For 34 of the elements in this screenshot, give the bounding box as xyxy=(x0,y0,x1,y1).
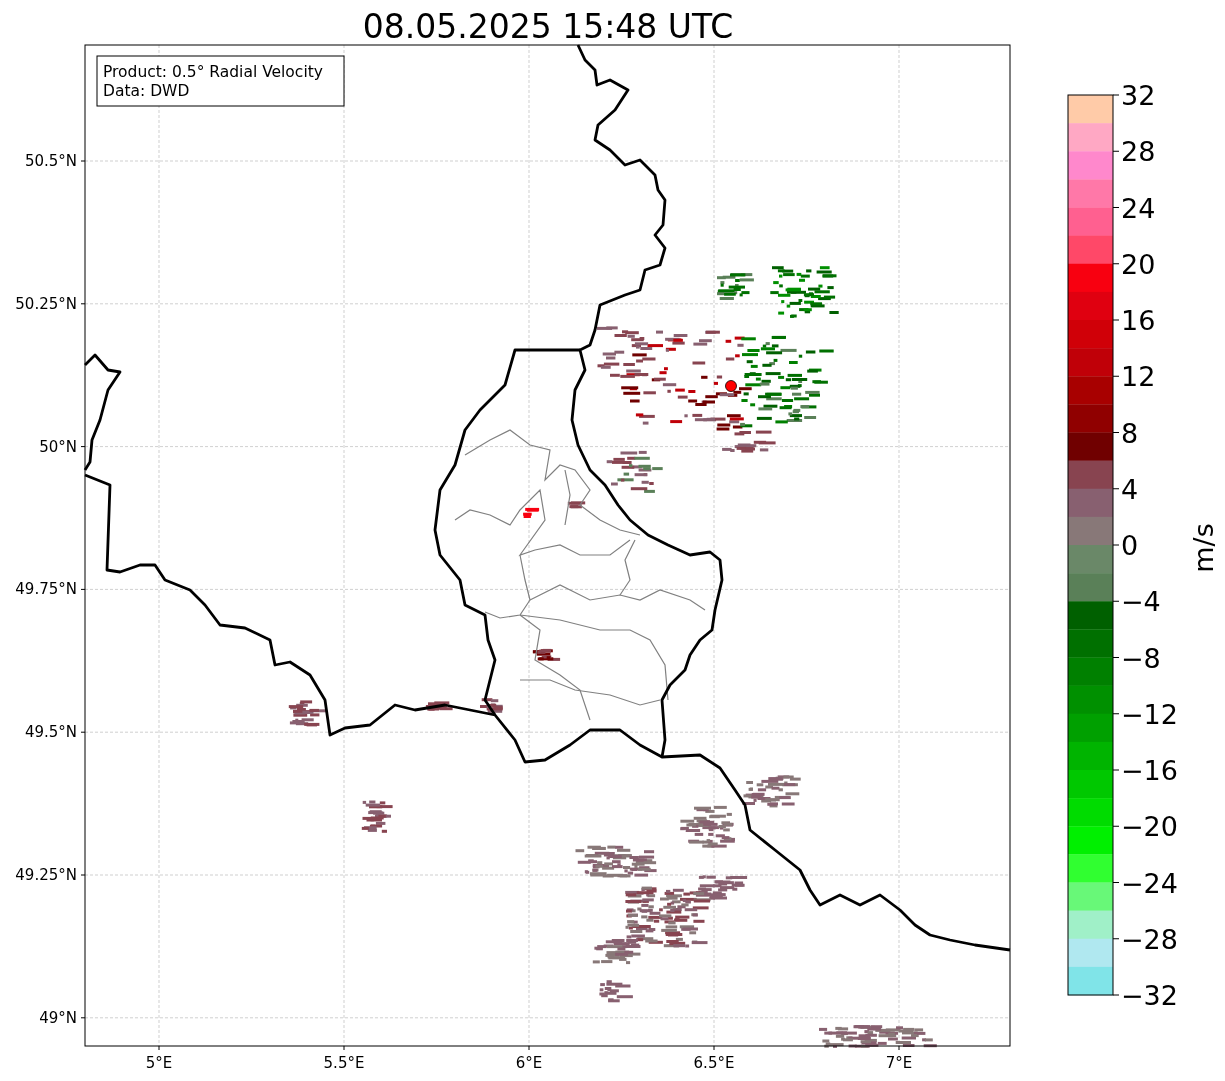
colorbar-tick-label: 0 xyxy=(1121,530,1139,561)
y-axis-label: 49.75°N xyxy=(15,580,77,599)
x-axis-label: 6°E xyxy=(515,1054,543,1072)
y-axis-label: 50°N xyxy=(39,437,77,456)
colorbar-tick-label: −32 xyxy=(1121,980,1178,1011)
colorbar-tick-label: 24 xyxy=(1121,192,1156,224)
colorbar-tick-label: 28 xyxy=(1121,136,1156,168)
x-axis-label: 7°E xyxy=(885,1054,913,1072)
colorbar-tick-label: 32 xyxy=(1121,80,1156,111)
x-axis-label: 5.5°E xyxy=(323,1054,365,1072)
chart-title: 08.05.2025 15:48 UTC xyxy=(362,7,734,46)
colorbar-tick-label: 20 xyxy=(1121,248,1156,280)
info-text: Data: DWD xyxy=(103,82,190,100)
colorbar-tick-label: −28 xyxy=(1121,923,1178,955)
y-axis-label: 49°N xyxy=(39,1008,77,1027)
colorbar-tick-label: −24 xyxy=(1121,867,1178,899)
x-axis-label: 6.5°E xyxy=(693,1054,735,1072)
colorbar-tick-label: −20 xyxy=(1121,811,1178,843)
colorbar-tick-label: −12 xyxy=(1121,698,1178,730)
colorbar-tick-label: −4 xyxy=(1121,586,1161,618)
y-axis-label: 50.5°N xyxy=(24,152,77,170)
y-axis-label: 49.25°N xyxy=(15,866,77,884)
y-axis-label: 49.5°N xyxy=(24,723,77,742)
colorbar-tick-label: −8 xyxy=(1121,642,1161,674)
radar-station-marker xyxy=(725,380,737,392)
colorbar-tick-label: 16 xyxy=(1121,305,1156,336)
colorbar-tick-label: 4 xyxy=(1121,473,1139,505)
colorbar-tick-label: −16 xyxy=(1121,755,1178,786)
y-axis-label: 50.25°N xyxy=(15,294,77,313)
x-axis-label: 5°E xyxy=(145,1054,173,1072)
info-text: Product: 0.5° Radial Velocity xyxy=(103,63,323,81)
colorbar-label: m/s xyxy=(1188,523,1219,573)
colorbar-tick-label: 8 xyxy=(1121,417,1139,449)
colorbar-tick-label: 12 xyxy=(1121,361,1156,393)
